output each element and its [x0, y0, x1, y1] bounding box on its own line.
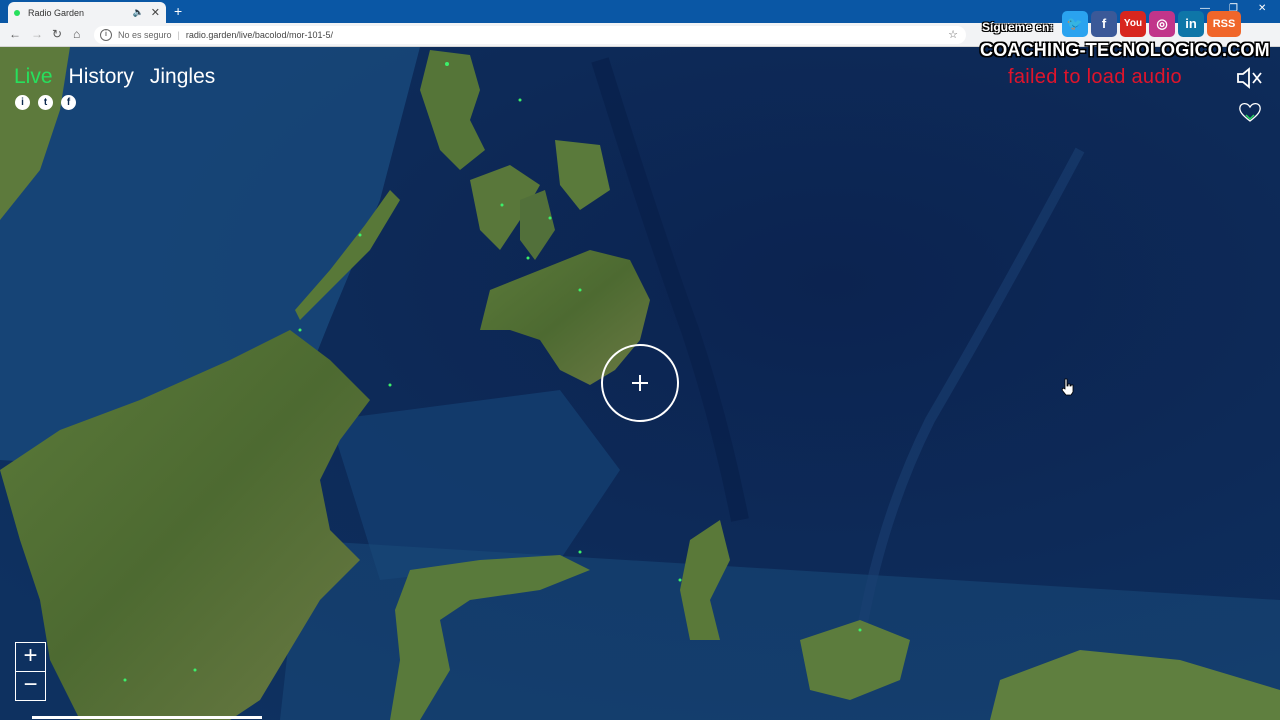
radio-garden-favicon-icon	[14, 9, 20, 16]
mute-speaker-icon[interactable]	[1236, 66, 1264, 90]
nav-history[interactable]: History	[69, 64, 134, 90]
security-label: No es seguro	[118, 30, 172, 40]
forward-arrow-icon[interactable]: →	[31, 27, 43, 41]
zoom-in-button[interactable]: +	[15, 642, 46, 672]
url-text[interactable]: radio.garden/live/bacolod/mor-101-5/	[186, 26, 948, 44]
close-window-icon[interactable]: ✕	[1258, 3, 1266, 14]
nav-live[interactable]: Live	[14, 64, 53, 90]
hand-cursor-icon	[1061, 378, 1074, 396]
watermark-site-name: COACHING-TECNOLOGICO.COM	[980, 40, 1270, 60]
social-links: i t f	[15, 95, 76, 110]
tab-title: Radio Garden	[28, 7, 85, 18]
main-nav: Live History Jingles	[14, 64, 215, 90]
back-arrow-icon[interactable]: ←	[9, 27, 21, 41]
bookmark-star-icon[interactable]: ☆	[948, 26, 958, 44]
watermark-social-icons: 🐦 f You ◎ in RSS	[1062, 11, 1241, 37]
facebook-icon[interactable]: f	[61, 95, 76, 110]
new-tab-button[interactable]: +	[174, 3, 182, 19]
reload-icon[interactable]: ↻	[52, 27, 62, 41]
watermark-follow-label: Sígueme en:	[982, 20, 1054, 34]
twitter-icon: 🐦	[1062, 11, 1088, 37]
facebook-icon: f	[1091, 11, 1117, 37]
browser-tab-radio-garden[interactable]: Radio Garden 🔈 ✕	[8, 2, 166, 23]
audio-status-message: failed to load audio	[1008, 66, 1182, 88]
speaker-icon[interactable]: 🔈	[133, 7, 144, 18]
info-icon[interactable]: i	[15, 95, 30, 110]
favorite-heart-icon[interactable]	[1238, 101, 1262, 123]
linkedin-icon: in	[1178, 11, 1204, 37]
crosshair-icon	[601, 344, 679, 422]
home-icon[interactable]: ⌂	[73, 27, 80, 41]
address-bar[interactable]: i No es seguro | radio.garden/live/bacol…	[94, 26, 966, 44]
twitter-icon[interactable]: t	[38, 95, 53, 110]
loading-progress-bar	[32, 716, 262, 719]
zoom-out-button[interactable]: −	[15, 672, 46, 701]
close-tab-icon[interactable]: ✕	[151, 6, 160, 19]
zoom-controls: + −	[15, 642, 46, 701]
omnibox-divider: |	[177, 30, 180, 40]
info-icon[interactable]: i	[100, 29, 112, 41]
youtube-icon: You	[1120, 11, 1146, 37]
instagram-icon: ◎	[1149, 11, 1175, 37]
rss-icon: RSS	[1207, 11, 1241, 37]
nav-jingles[interactable]: Jingles	[150, 64, 215, 90]
